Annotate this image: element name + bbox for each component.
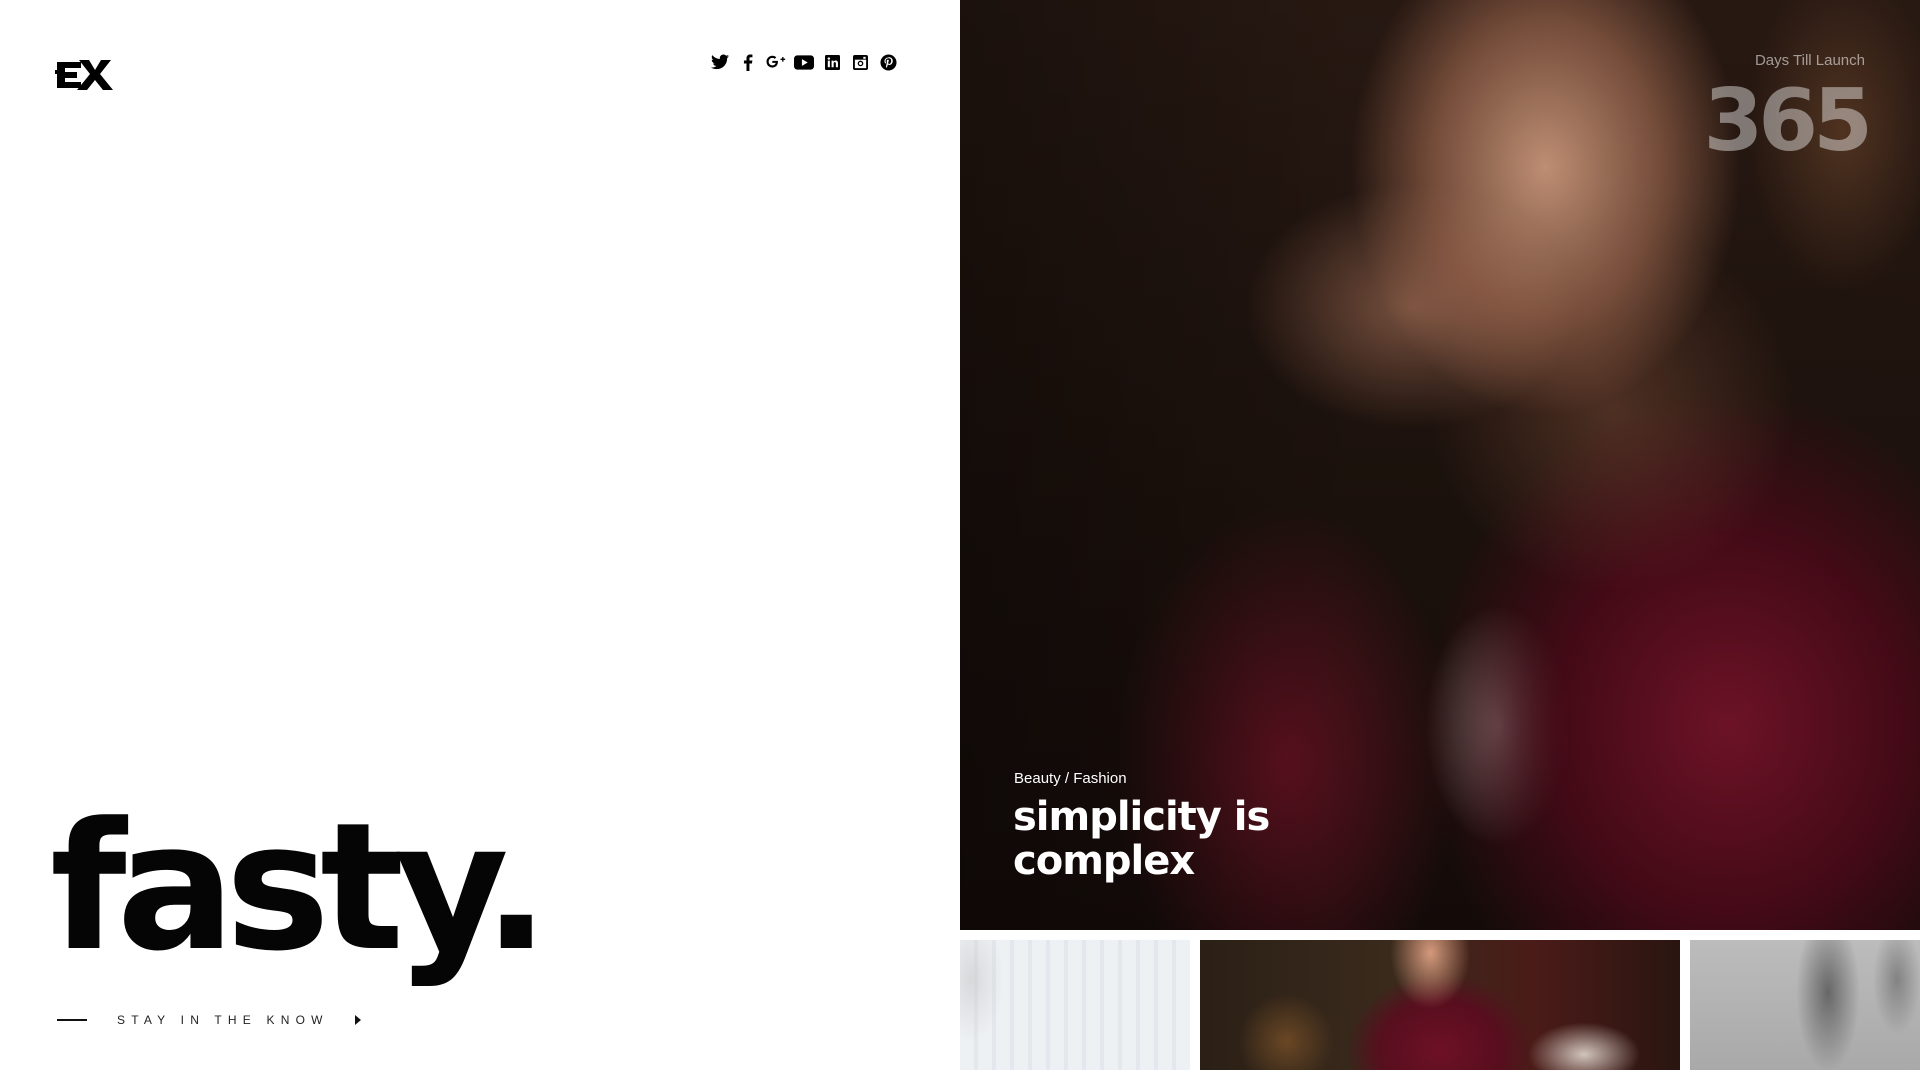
- divider-line: [57, 1019, 87, 1021]
- brand-name: fasty.: [50, 785, 550, 990]
- linkedin-icon[interactable]: [822, 52, 842, 72]
- hero-image: Days Till Launch 365 Beauty / Fashion si…: [960, 0, 1920, 930]
- thumbnail-3[interactable]: [1690, 940, 1920, 1070]
- youtube-icon[interactable]: [794, 52, 814, 72]
- thumbnail-strip: [960, 940, 1920, 1070]
- post-headline[interactable]: simplicity is complex: [1013, 795, 1353, 883]
- post-category-link[interactable]: Beauty / Fashion: [1014, 770, 1127, 787]
- coming-soon-page: fasty. STAY IN THE KNOW Days Till Launch…: [0, 0, 1920, 1080]
- stay-in-the-know-label: STAY IN THE KNOW: [117, 1013, 329, 1027]
- thumbnail-1[interactable]: [960, 940, 1190, 1070]
- ex-logo-icon[interactable]: [55, 52, 115, 92]
- left-panel: fasty. STAY IN THE KNOW: [0, 0, 960, 1080]
- google-plus-icon[interactable]: [766, 52, 786, 72]
- social-links: [710, 52, 898, 72]
- caret-right-icon: [354, 1015, 361, 1025]
- stay-in-the-know-link[interactable]: STAY IN THE KNOW: [57, 1013, 361, 1027]
- countdown-number: 365: [1703, 71, 1873, 171]
- facebook-icon[interactable]: [738, 52, 758, 72]
- pinterest-icon[interactable]: [878, 52, 898, 72]
- thumbnail-2[interactable]: [1200, 940, 1680, 1070]
- instagram-icon[interactable]: [850, 52, 870, 72]
- countdown-label: Days Till Launch: [1754, 52, 1865, 69]
- twitter-icon[interactable]: [710, 52, 730, 72]
